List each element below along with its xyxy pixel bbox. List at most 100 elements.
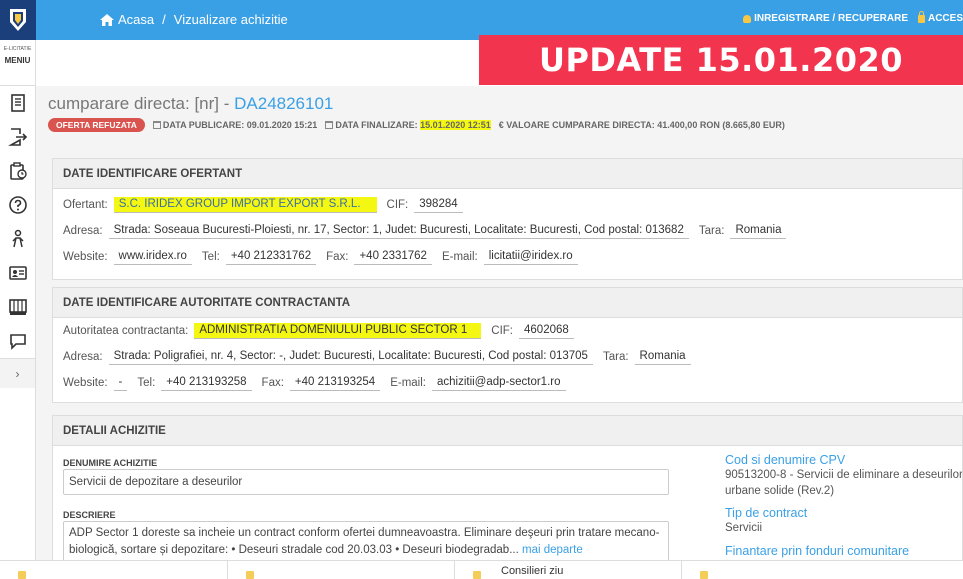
website-value: - (113, 375, 128, 391)
sidebar-item-documents[interactable] (0, 86, 35, 120)
name-field-label: DENUMIRE ACHIZITIE (63, 458, 158, 468)
home-icon (100, 13, 114, 26)
folder-icon (18, 571, 26, 579)
sidebar-item-chat[interactable] (0, 324, 35, 358)
eu-funding-heading[interactable]: Finantare prin fonduri comunitare (725, 544, 909, 558)
cpv-heading[interactable]: Cod si denumire CPV (725, 453, 962, 467)
folder-icon (246, 571, 254, 579)
panel-title: DATE IDENTIFICARE AUTORITATE CONTRACTANT… (53, 288, 962, 318)
email-value[interactable]: achizitii@adp-sector1.ro (431, 375, 566, 391)
procurement-meta: OFERTA REFUZATA DATA PUBLICARE: 09.01.20… (48, 118, 785, 132)
status-badge: OFERTA REFUZATA (48, 118, 145, 132)
bidder-row-1: Ofertant: S.C. IRIDEX GROUP IMPORT EXPOR… (63, 197, 473, 213)
calendar-icon (325, 121, 334, 129)
access-label: ACCES (927, 13, 963, 24)
cif-label: CIF: (386, 199, 409, 211)
fax-value: +40 213193254 (289, 375, 381, 391)
sidebar-item-clipboard[interactable] (0, 154, 35, 188)
folder-icon (700, 571, 708, 579)
description-field: ADP Sector 1 doreste sa incheie un contr… (63, 521, 669, 565)
breadcrumb-home[interactable]: Acasa (118, 12, 154, 27)
read-more-link[interactable]: mai departe (522, 544, 583, 556)
publish-value: 09.01.2020 15:21 (246, 120, 318, 130)
brand-label: E-LICITATIE (3, 46, 32, 52)
fax-value: +40 2331762 (354, 249, 432, 265)
final-date: DATA FINALIZARE: 15.01.2020 12:51 (325, 120, 491, 130)
final-value: 15.01.2020 12:51 (420, 120, 491, 130)
folder-icon (473, 571, 481, 579)
sidebar-item-help[interactable] (0, 188, 35, 222)
contract-type-heading[interactable]: Tip de contract (725, 506, 807, 520)
menu-label: MENIU (4, 56, 31, 65)
update-banner: UPDATE 15.01.2020 (479, 35, 963, 85)
logo[interactable] (0, 0, 36, 40)
country-label: Tara: (698, 225, 725, 237)
page-title: cumparare directa: [nr] - DA24826101 (48, 94, 333, 114)
bidder-row-3: Website: www.iridex.ro Tel: +40 21233176… (63, 249, 588, 265)
account-links: INREGISTRARE / RECUPERARE ACCES (743, 10, 963, 24)
sidebar-item-person[interactable] (0, 222, 35, 256)
eu-funding-block: Finantare prin fonduri comunitare (725, 544, 909, 558)
publish-date: DATA PUBLICARE: 09.01.2020 15:21 (152, 120, 318, 130)
country-value: Romania (730, 223, 787, 239)
email-value[interactable]: licitatii@iridex.ro (483, 249, 578, 265)
sidebar: E-LICITATIE MENIU › (0, 40, 36, 579)
top-bar: Acasa / Vizualizare achizitie INREGISTRA… (0, 0, 963, 40)
document-icon (10, 94, 25, 112)
authority-row-3: Website: - Tel: +40 213193258 Fax: +40 2… (63, 375, 576, 391)
main-content: cumparare directa: [nr] - DA24826101 OFE… (36, 40, 963, 579)
access-link[interactable]: ACCES (917, 10, 963, 24)
bottom-item[interactable] (0, 561, 227, 579)
website-value[interactable]: www.iridex.ro (113, 249, 192, 265)
person-icon (11, 229, 24, 248)
sidebar-item-books[interactable] (0, 290, 35, 324)
bottom-item[interactable]: Consilieri ziu (454, 561, 681, 579)
procurement-code[interactable]: DA24826101 (234, 94, 333, 113)
user-icon (743, 14, 752, 23)
value-amount: 41.400,00 RON (8.665,80 EUR) (657, 120, 785, 130)
sidebar-item-export[interactable] (0, 120, 35, 154)
cif-value: 398284 (414, 197, 463, 213)
country-label: Tara: (602, 351, 629, 363)
procurement-value: € VALOARE CUMPARARE DIRECTA: 41.400,00 R… (499, 120, 785, 130)
bottom-item[interactable] (681, 561, 908, 579)
tel-value: +40 212331762 (225, 249, 317, 265)
calendar-icon (152, 121, 161, 129)
country-value: Romania (634, 349, 691, 365)
shield-logo-icon (10, 9, 26, 31)
export-icon (7, 128, 27, 146)
final-label: DATA FINALIZARE: (335, 120, 418, 130)
value-label: € VALOARE CUMPARARE DIRECTA: (498, 120, 655, 130)
website-label: Website: (63, 251, 108, 263)
sidebar-header[interactable]: E-LICITATIE MENIU (0, 40, 35, 86)
books-icon (8, 299, 27, 315)
cpv-block: Cod si denumire CPV 90513200-8 - Servici… (725, 453, 963, 499)
contract-type-value: Servicii (725, 522, 763, 534)
bottom-item[interactable] (227, 561, 454, 579)
sidebar-item-idcard[interactable] (0, 256, 35, 290)
cpv-value: 90513200-8 - Servicii de eliminare a des… (725, 469, 963, 497)
sidebar-expand-button[interactable]: › (0, 358, 35, 388)
panel-title: DETALII ACHIZITIE (53, 416, 962, 446)
address-label: Adresa: (63, 351, 103, 363)
panel-title: DATE IDENTIFICARE OFERTANT (53, 159, 962, 189)
register-label: INREGISTRARE / RECUPERARE (754, 13, 908, 24)
address-label: Adresa: (63, 225, 103, 237)
tel-label: Tel: (137, 377, 156, 389)
description-field-label: DESCRIERE (63, 510, 116, 520)
tel-value: +40 213193258 (161, 375, 252, 391)
bottom-bar: Consilieri ziu (0, 560, 963, 579)
breadcrumb-current: Vizualizare achizitie (173, 12, 288, 27)
tel-label: Tel: (201, 251, 220, 263)
fax-label: Fax: (326, 251, 349, 263)
authority-name: ADMINISTRATIA DOMENIULUI PUBLIC SECTOR 1 (194, 323, 482, 339)
bidder-name: S.C. IRIDEX GROUP IMPORT EXPORT S.R.L. (113, 197, 377, 213)
authority-panel: DATE IDENTIFICARE AUTORITATE CONTRACTANT… (52, 287, 963, 403)
address-value: Strada: Soseaua Bucuresti-Ploiesti, nr. … (108, 223, 689, 239)
contract-type-block: Tip de contract Servicii (725, 506, 807, 536)
address-value: Strada: Poligrafiei, nr. 4, Sector: -, J… (108, 349, 593, 365)
register-link[interactable]: INREGISTRARE / RECUPERARE (743, 13, 908, 24)
bidder-row-2: Adresa: Strada: Soseaua Bucuresti-Ploies… (63, 223, 796, 239)
breadcrumb-separator: / (162, 12, 166, 27)
authority-row-2: Adresa: Strada: Poligrafiei, nr. 4, Sect… (63, 349, 701, 365)
